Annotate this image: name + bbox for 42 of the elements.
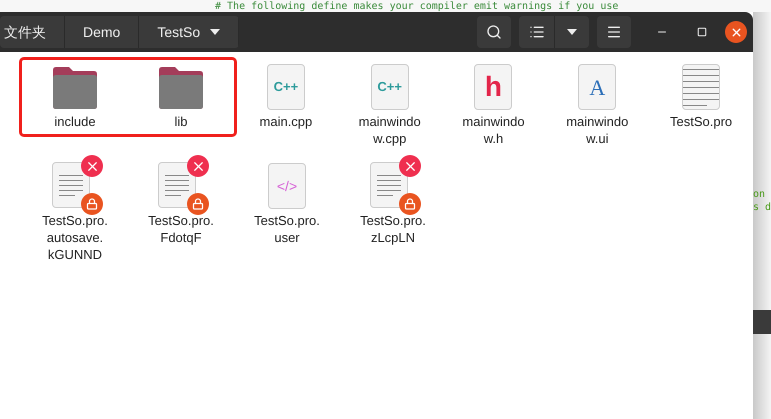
- file-name[interactable]: TestSo.pro. FdotqF: [148, 212, 214, 246]
- file-name[interactable]: mainwindo w.h: [462, 113, 525, 147]
- path-button[interactable]: TestSo: [139, 16, 240, 48]
- file-name[interactable]: lib: [174, 113, 188, 130]
- file-name[interactable]: TestSo.pro. autosave. kGUNND: [42, 212, 108, 263]
- file-name[interactable]: TestSo.pro. zLcpLN: [360, 212, 426, 246]
- caret-icon: [567, 29, 577, 35]
- menu-button[interactable]: [597, 16, 631, 48]
- menu-icon: [606, 24, 622, 40]
- file-name[interactable]: mainwindo w.ui: [566, 113, 628, 147]
- folder-icon: [51, 66, 99, 110]
- code-fragment: s d: [753, 201, 771, 214]
- maximize-icon: [697, 27, 707, 37]
- file-name[interactable]: main.cpp: [260, 113, 312, 130]
- close-button[interactable]: [725, 21, 747, 43]
- list-view-button[interactable]: [519, 16, 555, 48]
- file-name[interactable]: mainwindo w.cpp: [358, 113, 421, 147]
- close-icon: [81, 155, 103, 177]
- folder-icon: [157, 66, 205, 110]
- file-name[interactable]: TestSo.pro: [670, 113, 732, 130]
- text-file-icon: [682, 64, 720, 110]
- cpp-file-icon: C++: [370, 64, 409, 110]
- code-line: # The following define makes your compiler emit warnings if you use: [215, 2, 618, 12]
- search-icon: [486, 24, 502, 40]
- list-icon: [528, 24, 544, 40]
- code-fragment: on: [753, 188, 766, 201]
- file-name[interactable]: include: [54, 113, 96, 130]
- view-options-button[interactable]: [555, 16, 589, 48]
- cpp-file-icon: C++: [266, 64, 305, 110]
- close-icon: [399, 155, 421, 177]
- search-button[interactable]: [477, 16, 511, 48]
- path-button[interactable]: Demo: [65, 16, 140, 48]
- close-icon: [187, 155, 209, 177]
- lock-icon: [399, 193, 421, 215]
- lock-icon: [187, 193, 209, 215]
- file-name[interactable]: TestSo.pro. user: [254, 212, 320, 246]
- lock-icon: [81, 193, 103, 215]
- close-icon: [730, 26, 742, 38]
- header-file-icon: h: [474, 64, 512, 110]
- document-icon: A: [578, 64, 616, 110]
- path-button[interactable]: 文件夹: [0, 16, 65, 48]
- code-file-icon: </>: [268, 163, 306, 209]
